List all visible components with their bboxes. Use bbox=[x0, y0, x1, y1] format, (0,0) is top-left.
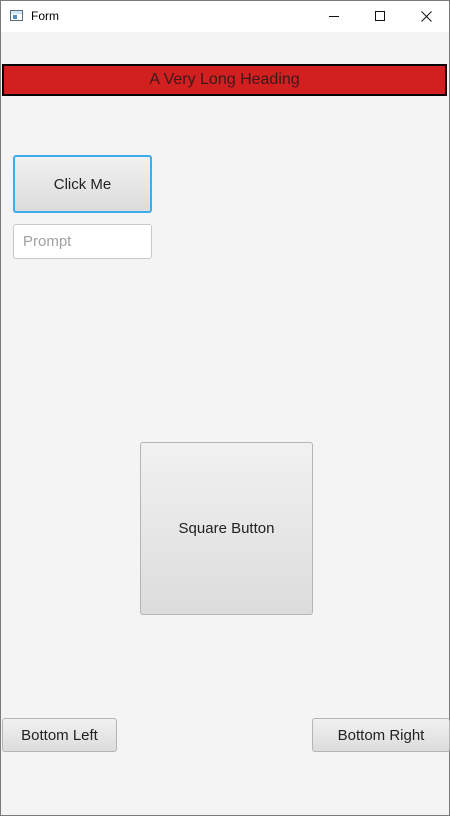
minimize-icon bbox=[328, 16, 339, 17]
page-heading: A Very Long Heading bbox=[2, 64, 447, 96]
close-icon bbox=[420, 11, 432, 22]
form-window: Form A Very Long Heading Click Me Square… bbox=[0, 0, 450, 816]
maximize-icon bbox=[374, 11, 385, 21]
bottom-left-button[interactable]: Bottom Left bbox=[2, 718, 117, 752]
window-title: Form bbox=[31, 9, 59, 23]
minimize-button[interactable] bbox=[311, 1, 357, 32]
bottom-right-button[interactable]: Bottom Right bbox=[312, 718, 450, 752]
maximize-button[interactable] bbox=[357, 1, 403, 32]
title-bar[interactable]: Form bbox=[1, 1, 449, 32]
close-button[interactable] bbox=[403, 1, 449, 32]
app-icon bbox=[10, 10, 23, 21]
square-button[interactable]: Square Button bbox=[140, 442, 313, 615]
click-me-button[interactable]: Click Me bbox=[13, 155, 152, 213]
prompt-input[interactable] bbox=[13, 224, 152, 259]
